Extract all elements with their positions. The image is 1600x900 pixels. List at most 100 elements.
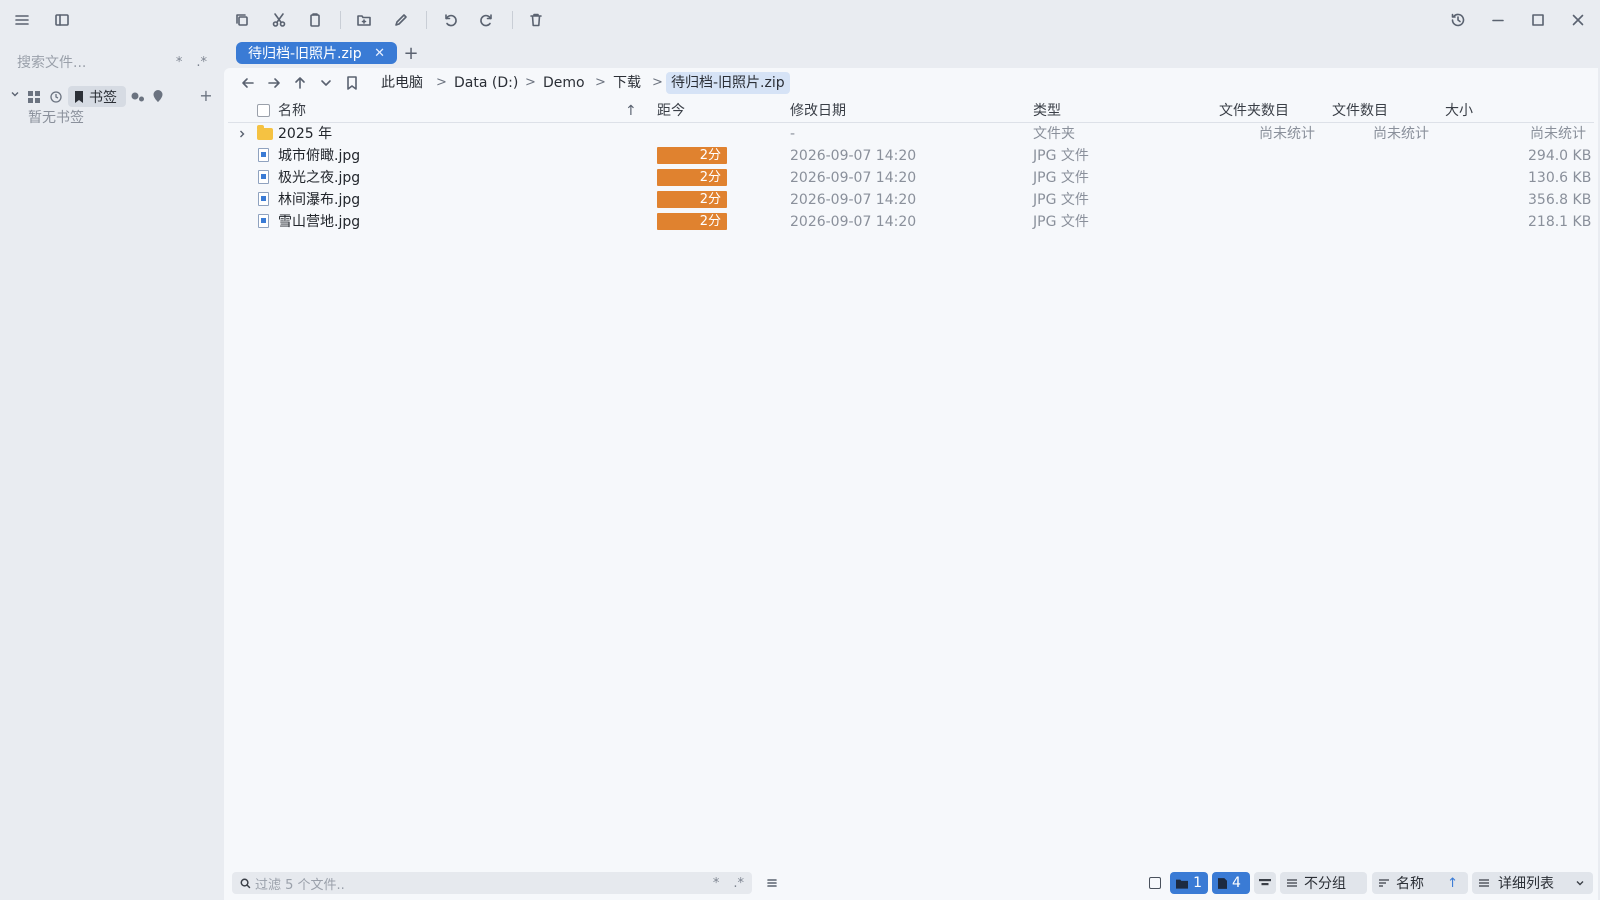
column-header-name[interactable]: 名称 [278,101,306,121]
file-type: 文件夹 [1033,126,1075,142]
paste-icon[interactable] [302,7,328,33]
up-icon[interactable] [287,70,313,96]
column-header-folder-count[interactable]: 文件夹数目 [1219,101,1289,121]
new-folder-icon[interactable] [351,7,377,33]
tags-icon[interactable] [131,91,145,103]
menu-icon[interactable] [9,7,35,33]
search-icon [240,878,251,888]
file-size: 130.6 KB [1528,170,1592,186]
column-header-file-count[interactable]: 文件数目 [1332,101,1388,121]
chevron-down-icon [1576,881,1584,886]
file-name: 雪山营地.jpg [278,214,361,230]
filter-type-button[interactable] [1254,872,1276,894]
tab-active[interactable]: 待归档-旧照片.zip ✕ [236,42,397,64]
new-tab-button[interactable]: + [400,42,422,64]
file-count-chip[interactable]: 4 [1212,872,1250,894]
column-header-modified[interactable]: 修改日期 [790,101,846,121]
tab-label: 待归档-旧照片.zip [248,46,362,62]
sidebar-search-placeholder: 搜索文件... [17,55,87,71]
filter-icon [1259,879,1271,886]
filter-input[interactable]: 过滤 5 个文件.. * .* [232,872,752,894]
tab-close-icon[interactable]: ✕ [374,46,385,61]
select-mode-checkbox[interactable] [1149,877,1161,889]
modified-date: 2026-09-07 14:20 [790,192,917,208]
sort-direction-icon[interactable]: ↑ [1447,876,1458,891]
column-header-type[interactable]: 类型 [1033,101,1061,121]
file-name: 林间瀑布.jpg [278,192,361,208]
forward-icon[interactable] [261,70,287,96]
file-name: 2025 年 [278,126,333,142]
chevron-right-icon[interactable] [237,127,249,139]
rename-icon[interactable] [388,7,414,33]
regex-toggle[interactable]: .* [196,55,207,70]
sort-icon [1379,879,1389,887]
image-file-icon [258,192,269,206]
close-icon[interactable] [1565,7,1591,33]
breadcrumb-item[interactable]: Data (D:) [454,72,518,94]
sort-by-dropdown[interactable]: 名称 ↑ [1372,872,1468,894]
view-mode-label: 详细列表 [1498,876,1554,892]
list-options-icon[interactable] [759,870,785,896]
group-by-dropdown[interactable]: 不分组 [1280,872,1367,894]
history-icon[interactable] [1445,7,1471,33]
bookmarks-tab[interactable]: 书签 [68,86,126,107]
file-type: JPG 文件 [1033,170,1089,186]
column-header-age[interactable]: 距今 [657,101,685,121]
file-count: 尚未统计 [1373,126,1429,142]
maximize-icon[interactable] [1525,7,1551,33]
copy-icon[interactable] [229,7,255,33]
breadcrumb-item[interactable]: 此电脑 [381,72,423,94]
file-size: 尚未统计 [1530,126,1586,142]
minimize-icon[interactable] [1485,7,1511,33]
view-mode-dropdown[interactable]: 详细列表 [1472,872,1593,894]
bookmarks-label: 书签 [89,89,117,106]
grid-view-icon[interactable] [28,91,40,103]
location-pin-icon[interactable] [152,90,164,104]
undo-icon[interactable] [437,7,463,33]
empty-bookmarks-text: 暂无书签 [28,110,84,126]
header-divider [228,122,1594,123]
regex-toggle[interactable]: .* [733,876,744,891]
file-size: 294.0 KB [1528,148,1592,164]
breadcrumb-separator: > [652,75,663,90]
age-badge: 2分 [657,169,727,186]
column-header-size[interactable]: 大小 [1445,101,1473,121]
wildcard-toggle[interactable]: * [713,876,720,891]
folder-icon [257,125,273,140]
image-file-icon [258,214,269,228]
bookmark-icon [75,90,83,103]
delete-icon[interactable] [523,7,549,33]
bookmark-icon[interactable] [339,70,365,96]
back-icon[interactable] [235,70,261,96]
modified-date: 2026-09-07 14:20 [790,170,917,186]
folder-count-chip[interactable]: 1 [1170,872,1208,894]
chevron-down-icon[interactable] [10,89,22,105]
folder-icon [1176,879,1189,889]
modified-date: 2026-09-07 14:20 [790,214,917,230]
file-icon [1218,877,1227,889]
select-all-checkbox[interactable] [257,104,270,117]
file-name: 极光之夜.jpg [278,170,361,186]
cut-icon[interactable] [266,7,292,33]
wildcard-toggle[interactable]: * [176,55,183,70]
redo-icon[interactable] [474,7,500,33]
age-badge: 2分 [657,191,727,208]
file-size: 356.8 KB [1528,192,1592,208]
sort-arrow-icon[interactable]: ↑ [625,101,637,121]
group-by-label: 不分组 [1304,876,1346,892]
breadcrumb-current[interactable]: 待归档-旧照片.zip [666,72,790,94]
file-count-value: 4 [1232,875,1241,891]
breadcrumb-separator: > [525,75,536,90]
file-type: JPG 文件 [1033,214,1089,230]
recent-icon[interactable] [50,91,62,103]
image-file-icon [258,170,269,184]
add-bookmark-button[interactable]: + [198,86,214,106]
group-icon [1287,879,1297,887]
sidebar-search-input[interactable]: 搜索文件... * .* [17,50,207,74]
folder-count-value: 1 [1193,875,1202,891]
sidebar-toggle-icon[interactable] [49,7,75,33]
file-type: JPG 文件 [1033,192,1089,208]
chevron-down-icon[interactable] [313,70,339,96]
breadcrumb-item[interactable]: Demo [543,72,585,94]
breadcrumb-item[interactable]: 下载 [613,72,641,94]
